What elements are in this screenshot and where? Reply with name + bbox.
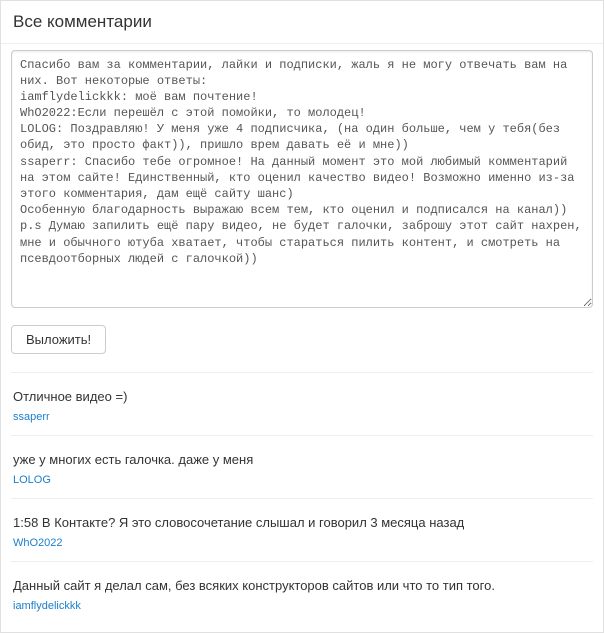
comment-item: 1:58 В Контакте? Я это словосочетание сл… <box>11 498 593 555</box>
comment-text: Отличное видео =) <box>13 387 591 407</box>
submit-button[interactable]: Выложить! <box>11 325 106 354</box>
comment-author[interactable]: ssaperr <box>13 409 591 426</box>
comment-author[interactable]: WhO2022 <box>13 535 591 552</box>
comment-text: Данный сайт я делал сам, без всяких конс… <box>13 576 591 596</box>
comment-textarea[interactable] <box>11 50 593 308</box>
comment-text: уже у многих есть галочка. даже у меня <box>13 450 591 470</box>
page-title: Все комментарии <box>1 1 603 44</box>
comment-author[interactable]: LOLOG <box>13 472 591 489</box>
comments-panel: Все комментарии Выложить! Отличное видео… <box>0 0 604 633</box>
comment-text: 1:58 В Контакте? Я это словосочетание сл… <box>13 513 591 533</box>
panel-body: Выложить! Отличное видео =) ssaperr уже … <box>1 44 603 633</box>
comment-item: уже у многих есть галочка. даже у меня L… <box>11 435 593 492</box>
comment-item: Данный сайт я делал сам, без всяких конс… <box>11 561 593 618</box>
comment-item: Отличное видео =) ssaperr <box>11 372 593 429</box>
comment-author[interactable]: iamflydelickkk <box>13 598 591 615</box>
